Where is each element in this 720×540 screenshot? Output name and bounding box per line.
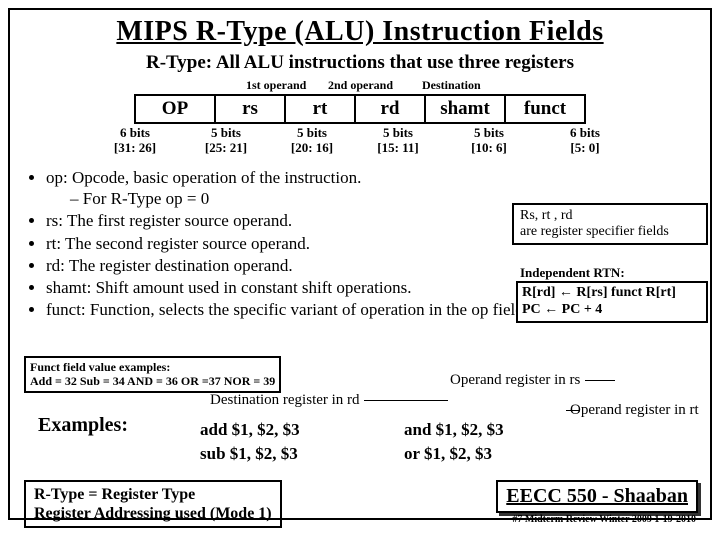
- slide-frame: MIPS R-Type (ALU) Instruction Fields R-T…: [8, 8, 712, 520]
- example-and: and $1, $2, $3: [404, 418, 504, 442]
- range-rs: [25: 21]: [205, 140, 247, 155]
- funct-ex-l1: Funct field value examples:: [30, 360, 275, 374]
- example-sub: sub $1, $2, $3: [200, 442, 300, 466]
- label-destination: Destination: [422, 78, 481, 93]
- box1-line2: are register specifier fields: [520, 224, 700, 240]
- example-add: add $1, $2, $3: [200, 418, 300, 442]
- field-header-labels: 1st operand 2nd operand Destination: [10, 78, 710, 94]
- examples-column-2: and $1, $2, $3 or $1, $2, $3: [404, 418, 504, 466]
- dest-reg-label: Destination register in rd: [210, 392, 360, 409]
- field-rt: rt: [285, 95, 355, 123]
- operand-rt-line: [566, 410, 580, 411]
- slide-subtitle: R-Type: All ALU instructions that use th…: [10, 52, 710, 74]
- rtype-note-box: R-Type = Register Type Register Addressi…: [24, 480, 282, 528]
- bits-row: 6 bits[31: 26] 5 bits[25: 21] 5 bits[20:…: [10, 126, 710, 157]
- field-funct: funct: [505, 95, 585, 123]
- range-rt: [20: 16]: [291, 140, 333, 155]
- examples-column-1: add $1, $2, $3 sub $1, $2, $3: [200, 418, 300, 466]
- bits-funct: 6 bits: [570, 125, 600, 140]
- field-shamt: shamt: [425, 95, 505, 123]
- rtn-line1: R[rd] ← R[rs] funct R[rt]: [522, 285, 702, 302]
- operand-rt-label: Operand register in rt: [570, 402, 699, 419]
- operand-rs-line: [585, 380, 615, 381]
- range-rd: [15: 11]: [377, 140, 419, 155]
- examples-label: Examples:: [38, 414, 128, 437]
- rtype-l1: R-Type = Register Type: [34, 485, 272, 504]
- label-1st-operand: 1st operand: [246, 78, 306, 93]
- field-rd: rd: [355, 95, 425, 123]
- dest-reg-line: [364, 400, 448, 401]
- rtype-l2: Register Addressing used (Mode 1): [34, 504, 272, 523]
- slide-title: MIPS R-Type (ALU) Instruction Fields: [10, 16, 710, 48]
- example-or: or $1, $2, $3: [404, 442, 504, 466]
- bits-rt: 5 bits: [297, 125, 327, 140]
- label-2nd-operand: 2nd operand: [328, 78, 393, 93]
- box1-line1: Rs, rt , rd: [520, 208, 700, 224]
- field-rs: rs: [215, 95, 285, 123]
- bits-op: 6 bits: [120, 125, 150, 140]
- rtn-line2: PC ← PC + 4: [522, 302, 702, 319]
- operand-rs-label: Operand register in rs: [450, 372, 580, 389]
- range-funct: [5: 0]: [570, 140, 599, 155]
- independent-rtn-label: Independent RTN:: [520, 265, 625, 281]
- register-specifier-box: Rs, rt , rd are register specifier field…: [512, 203, 708, 245]
- course-box: EECC 550 - Shaaban: [496, 480, 698, 513]
- bits-rd: 5 bits: [383, 125, 413, 140]
- funct-examples-box: Funct field value examples: Add = 32 Sub…: [24, 356, 281, 393]
- instruction-field-table: OP rs rt rd shamt funct: [134, 94, 586, 124]
- footer-text: #7 Midterm Review Winter 2009 1-19-2010: [512, 514, 696, 525]
- range-op: [31: 26]: [114, 140, 156, 155]
- funct-ex-l2: Add = 32 Sub = 34 AND = 36 OR =37 NOR = …: [30, 374, 275, 388]
- field-op: OP: [135, 95, 215, 123]
- range-shamt: [10: 6]: [471, 140, 507, 155]
- rtn-box: R[rd] ← R[rs] funct R[rt] PC ← PC + 4: [516, 281, 708, 323]
- bits-rs: 5 bits: [211, 125, 241, 140]
- bits-shamt: 5 bits: [474, 125, 504, 140]
